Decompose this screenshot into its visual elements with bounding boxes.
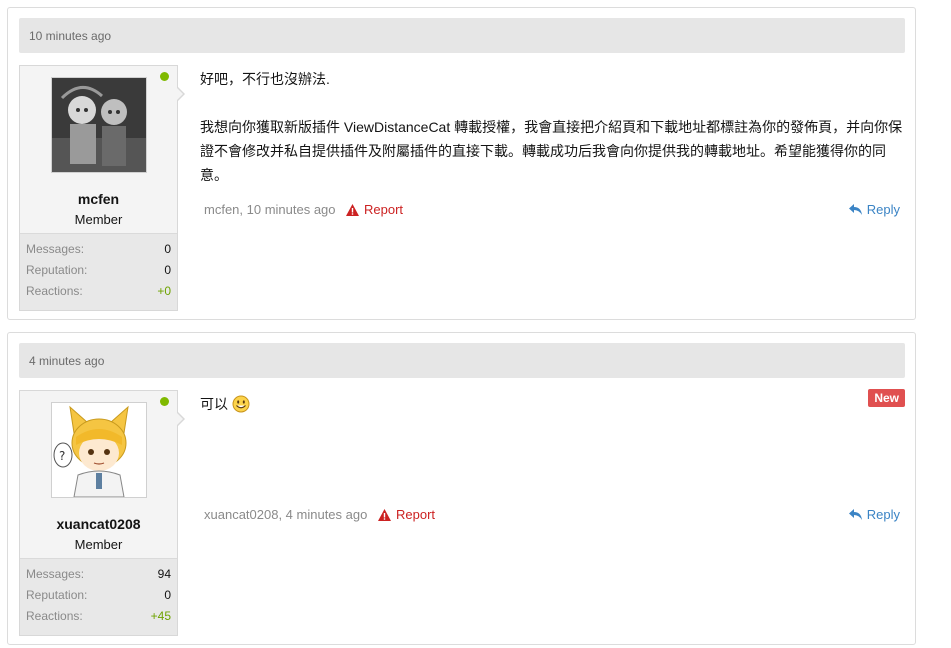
user-panel: ? xuancat0208 Member Messages: 94 Reputa… (19, 390, 185, 636)
user-stats: Messages: 94 Reputation: 0 Reactions: +4… (20, 558, 177, 635)
user-title: Member (74, 212, 123, 227)
reply-button[interactable]: Reply (848, 507, 900, 522)
message-body: 好吧，不行也沒辦法. 我想向你獲取新版插件 ViewDistanceCat 轉載… (200, 67, 903, 211)
message-post: 4 minutes ago ? xuancat0208 Member Messa… (7, 332, 916, 645)
username[interactable]: mcfen (20, 191, 177, 207)
reply-arrow-icon (848, 509, 862, 520)
message-body: 可以 (200, 392, 903, 420)
stat-reputation: Reputation: 0 (26, 263, 171, 277)
post-header: 10 minutes ago (19, 18, 905, 53)
online-indicator-icon (160, 72, 169, 81)
new-badge: New (868, 389, 905, 407)
stat-reputation: Reputation: 0 (26, 588, 171, 602)
stat-reactions: Reactions: +0 (26, 284, 171, 298)
username[interactable]: xuancat0208 (20, 516, 177, 532)
svg-text:?: ? (59, 449, 65, 463)
warning-icon (378, 509, 391, 521)
reply-button[interactable]: Reply (848, 202, 900, 217)
post-meta[interactable]: mcfen, 10 minutes ago (204, 202, 336, 217)
user-panel: mcfen Member Messages: 0 Reputation: 0 R… (19, 65, 185, 311)
post-header: 4 minutes ago (19, 343, 905, 378)
avatar[interactable] (51, 77, 147, 173)
stat-messages: Messages: 0 (26, 242, 171, 256)
post-time[interactable]: 10 minutes ago (29, 29, 111, 43)
warning-icon (346, 204, 359, 216)
reply-arrow-icon (848, 204, 862, 215)
stat-reactions: Reactions: +45 (26, 609, 171, 623)
smiley-icon (232, 395, 250, 420)
stat-messages: Messages: 94 (26, 567, 171, 581)
report-link[interactable]: Report (346, 202, 403, 217)
message-line: 可以 (200, 396, 228, 412)
avatar[interactable]: ? (51, 402, 147, 498)
message-line: 我想向你獲取新版插件 ViewDistanceCat 轉載授權，我會直接把介紹頁… (200, 119, 903, 183)
message-post: 10 minutes ago mcfen Member Messages: 0 (7, 7, 916, 320)
post-time[interactable]: 4 minutes ago (29, 354, 104, 368)
online-indicator-icon (160, 397, 169, 406)
post-meta[interactable]: xuancat0208, 4 minutes ago (204, 507, 367, 522)
user-title: Member (74, 537, 123, 552)
user-stats: Messages: 0 Reputation: 0 Reactions: +0 (20, 233, 177, 310)
report-link[interactable]: Report (378, 507, 435, 522)
message-line: 好吧，不行也沒辦法. (200, 71, 330, 87)
